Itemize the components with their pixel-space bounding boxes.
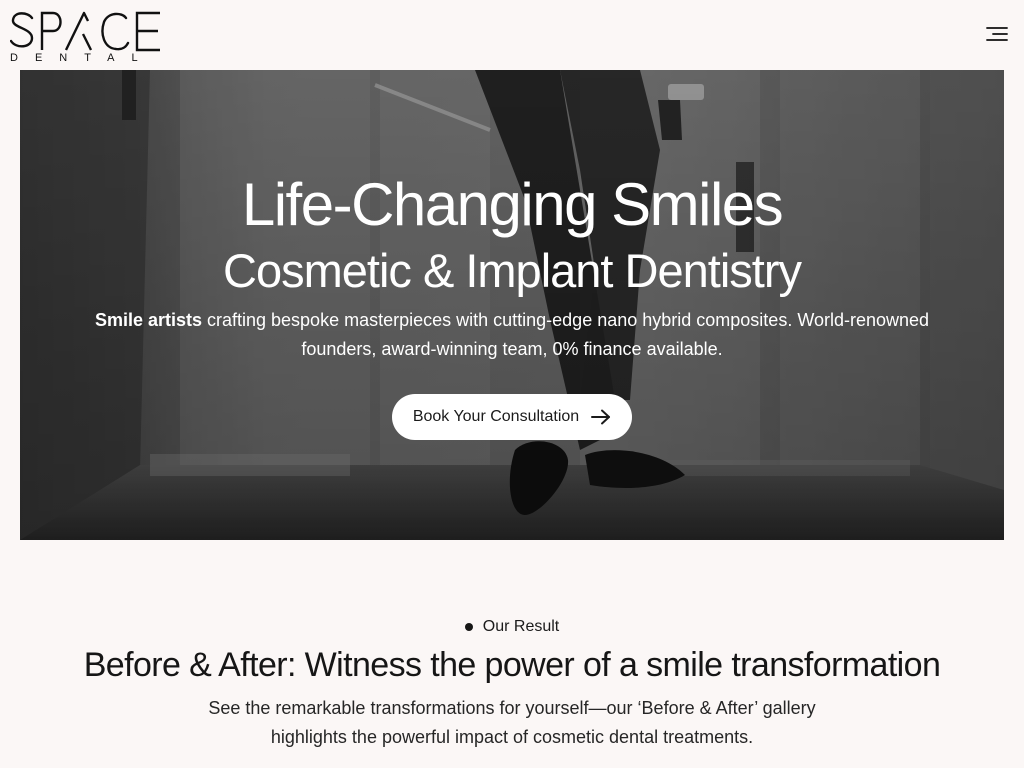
logo-wordmark: DENTAL xyxy=(10,11,160,62)
hero-section: Life-Changing Smiles Cosmetic & Implant … xyxy=(20,70,1004,540)
menu-button[interactable] xyxy=(980,22,1014,46)
logo-tagline: DENTAL xyxy=(10,52,155,62)
hero-content: Life-Changing Smiles Cosmetic & Implant … xyxy=(20,70,1004,540)
hero-subtitle: Cosmetic & Implant Dentistry xyxy=(223,244,802,297)
results-section: Our Result Before & After: Witness the p… xyxy=(0,540,1024,768)
results-eyebrow-label: Our Result xyxy=(482,618,560,635)
site-header: DENTAL xyxy=(0,0,1024,70)
hero-description-text: crafting bespoke masterpieces with cutti… xyxy=(202,310,930,359)
results-eyebrow: Our Result xyxy=(0,618,1024,636)
arrow-right-icon xyxy=(591,409,611,425)
book-consultation-label: Book Your Consultation xyxy=(412,408,580,425)
logo[interactable]: DENTAL xyxy=(10,10,162,62)
hero-title: Life-Changing Smiles xyxy=(241,171,784,238)
hero-description-emphasis: Smile artists xyxy=(94,310,202,330)
bullet-dot-icon xyxy=(464,623,473,631)
hero-description: Smile artists crafting bespoke masterpie… xyxy=(72,306,952,364)
results-description: See the remarkable transformations for y… xyxy=(208,698,816,747)
hamburger-menu-icon xyxy=(986,27,1008,41)
results-title: Before & After: Witness the power of a s… xyxy=(83,646,941,684)
book-consultation-button[interactable]: Book Your Consultation xyxy=(392,394,632,440)
